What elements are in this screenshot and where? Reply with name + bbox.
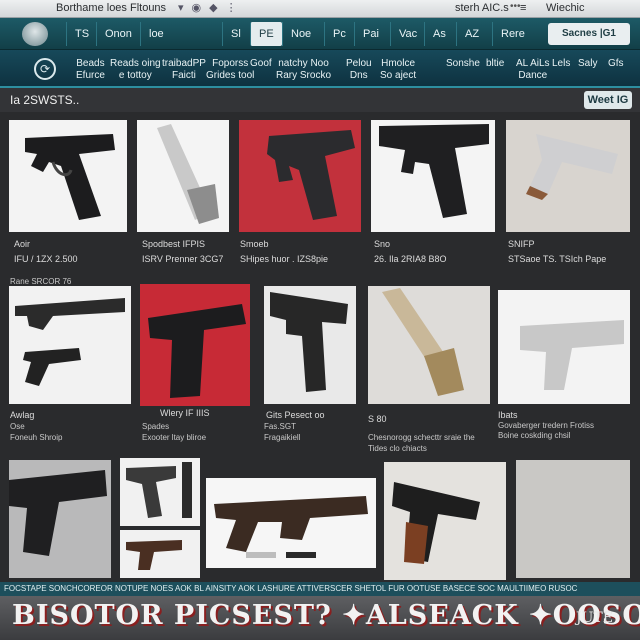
window-title-bar: Borthame loes Fltouns ▾ ◉ ◆ ⋮ sterh AIC.…: [0, 0, 640, 18]
news-ticker: FOCSTAPE SONCHCOREOR NOTUPE NOES AOK BL …: [0, 582, 640, 596]
tab-az[interactable]: AZ: [456, 22, 487, 46]
product-image[interactable]: [140, 284, 250, 406]
category-item[interactable]: traibadPP Faicti: [162, 58, 206, 82]
tab-loe[interactable]: loe: [140, 22, 172, 46]
search-button-label: Sacnes |G1: [562, 28, 616, 39]
product-title[interactable]: Awlag: [10, 410, 34, 421]
tab-ts[interactable]: TS: [66, 22, 97, 46]
category-item[interactable]: Pelou Dns: [346, 58, 372, 82]
search-button[interactable]: Sacnes |G1: [548, 23, 630, 45]
category-item[interactable]: Foporss Grides tool: [206, 58, 254, 82]
product-subtitle: Fas.SGT: [264, 422, 297, 431]
tab-onon[interactable]: Onon: [96, 22, 140, 46]
category-item[interactable]: AL AiLs Dance: [516, 58, 550, 82]
product-image[interactable]: [384, 462, 506, 580]
product-desc: Chesnorogg schecttr sraie the Tides clo …: [368, 433, 475, 453]
category-item[interactable]: Beads Efurce: [76, 58, 105, 82]
banner-headline: BISOTOR PICSEST? ✦ALSEACK ✦OOSOP: [12, 600, 640, 631]
tab-pe[interactable]: PE: [250, 22, 282, 46]
category-nav: ⟳ Beads Efurce Reads oing e tottoy traibad…: [0, 50, 640, 88]
tab-vac[interactable]: Vac: [390, 22, 425, 46]
category-item[interactable]: Sonshe: [446, 58, 480, 70]
product-image[interactable]: [9, 286, 131, 404]
product-title[interactable]: Smoeb: [240, 239, 269, 250]
more-icon[interactable]: ⋮: [226, 1, 237, 14]
category-item[interactable]: bltie: [486, 58, 504, 70]
brand-label: Wiechic: [546, 2, 585, 14]
product-image[interactable]: [9, 460, 111, 578]
product-desc: Fragaikiell: [264, 433, 301, 442]
product-price: ISRV Prenner 3CG7: [142, 254, 224, 264]
product-desc: Foneuh Shroip: [10, 433, 63, 442]
product-title[interactable]: Sno: [374, 239, 390, 250]
category-item[interactable]: Reads oing e tottoy: [110, 58, 161, 82]
product-title[interactable]: SNIFP: [508, 239, 535, 250]
product-price: 26. Ila 2RIA8 B8O: [374, 254, 447, 264]
window-title: Borthame loes Fltouns: [56, 2, 167, 14]
primary-nav: TS Onon loe Sl PE Noe Pc Pai Vac As AZ R…: [0, 18, 640, 50]
camera-icon[interactable]: ◉: [192, 1, 202, 14]
product-price: STSaoe TS. TSIch Pape: [508, 254, 607, 264]
product-image[interactable]: [206, 478, 376, 568]
tab-rere[interactable]: Rere: [492, 22, 533, 46]
product-desc: Boine coskding chsil: [498, 431, 571, 440]
results-count: Ia 2SWSTS..: [10, 93, 80, 107]
product-image[interactable]: [498, 290, 630, 404]
product-title[interactable]: Gits Pesect oo: [266, 410, 325, 421]
product-image[interactable]: [9, 120, 127, 232]
product-image[interactable]: [137, 120, 229, 232]
menu-icon[interactable]: ≡: [520, 2, 526, 14]
tab-pai[interactable]: Pai: [354, 22, 387, 46]
ellipsis-icon[interactable]: •••: [510, 1, 521, 12]
category-item[interactable]: Goof: [250, 58, 272, 70]
filter-button[interactable]: Weet IG: [584, 91, 632, 109]
title-icons: ▾ ◉ ◆ ⋮: [178, 1, 237, 14]
banner-tag: JUTE: [576, 610, 613, 626]
product-image[interactable]: [264, 286, 356, 404]
product-title[interactable]: Wlery IF IIIS: [160, 408, 210, 419]
tab-noe[interactable]: Noe: [282, 22, 319, 46]
product-title[interactable]: Aoir: [14, 239, 30, 250]
category-item[interactable]: Saly: [578, 58, 597, 70]
product-image[interactable]: [239, 120, 361, 232]
tab-sl[interactable]: Sl: [222, 22, 249, 46]
category-item[interactable]: natchy Noo Rary Srocko: [276, 58, 331, 82]
tab-pc[interactable]: Pc: [324, 22, 354, 46]
diamond-icon[interactable]: ◆: [209, 1, 217, 14]
product-image[interactable]: [120, 458, 200, 526]
product-image[interactable]: [506, 120, 630, 232]
title-right-text: sterh AIC.s: [455, 2, 509, 14]
product-image[interactable]: [371, 120, 495, 232]
product-desc: Exooter ltay bliroe: [142, 433, 207, 442]
refresh-icon[interactable]: ⟳: [34, 58, 56, 80]
product-title[interactable]: S 80: [368, 414, 387, 425]
results-header: Ia 2SWSTS.. Weet IG: [0, 88, 640, 112]
product-price: SHipes huor . IZS8pie: [240, 254, 329, 264]
product-image[interactable]: [516, 460, 630, 578]
site-logo-icon[interactable]: [22, 22, 48, 46]
product-image[interactable]: [368, 286, 490, 404]
category-item[interactable]: Gfs: [608, 58, 624, 70]
product-subtitle: Spades: [142, 422, 170, 431]
product-title[interactable]: Spodbest IFPIS: [142, 239, 205, 250]
category-item[interactable]: Lels: [552, 58, 570, 70]
dropdown-icon[interactable]: ▾: [178, 1, 184, 14]
product-price: IFU / 1ZX 2.500: [14, 254, 78, 264]
promo-banner[interactable]: BISOTOR PICSEST? ✦ALSEACK ✦OOSOP JUTE: [0, 596, 640, 640]
tab-as[interactable]: As: [424, 22, 454, 46]
category-item[interactable]: Hmolce So aject: [380, 58, 416, 82]
product-subtitle: Ose: [10, 422, 25, 431]
product-image[interactable]: [120, 530, 200, 578]
